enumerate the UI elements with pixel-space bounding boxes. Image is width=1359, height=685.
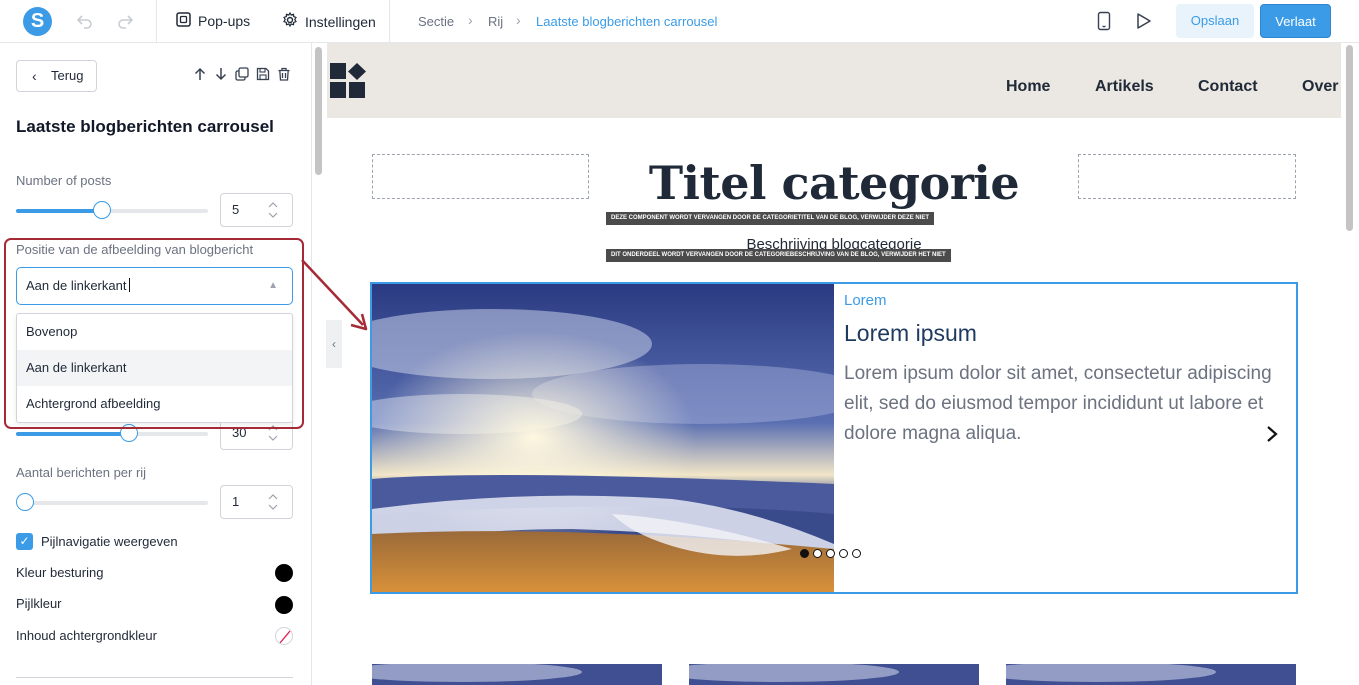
save-icon[interactable]	[256, 67, 270, 86]
popups-label: Pop-ups	[198, 13, 251, 29]
site-logo[interactable]	[330, 63, 368, 104]
arrow-color-swatch[interactable]	[275, 596, 293, 614]
breadcrumb-row[interactable]: Rij	[488, 14, 503, 29]
annotation-highlight	[4, 238, 304, 429]
slider-knob[interactable]	[16, 493, 34, 511]
panel-title: Laatste blogberichten carrousel	[16, 117, 274, 136]
back-label: Terug	[51, 68, 84, 83]
collapse-panel-button[interactable]: ‹	[326, 320, 342, 368]
settings-label: Instellingen	[305, 13, 376, 30]
title-replace-notice: DEZE COMPONENT WORDT VERVANGEN DOOR DE C…	[606, 212, 935, 225]
number-of-posts-label: Number of posts	[16, 173, 112, 188]
carousel-dot[interactable]	[852, 549, 861, 558]
chevron-right-icon: ›	[516, 12, 521, 28]
page-preview: Home Artikels Contact Over Titel categor…	[327, 43, 1341, 685]
toolbar-divider	[389, 0, 390, 43]
spacing-slider[interactable]	[16, 424, 208, 442]
site-header: Home Artikels Contact Over	[327, 43, 1341, 118]
chevron-left-icon: ‹	[32, 68, 37, 84]
play-preview-icon[interactable]	[1136, 11, 1152, 36]
trash-icon[interactable]	[277, 67, 291, 86]
number-of-posts-value: 5	[232, 202, 240, 217]
app-logo[interactable]: S	[23, 7, 52, 36]
chevron-right-icon: ›	[468, 12, 473, 28]
post-excerpt: Lorem ipsum dolor sit amet, consectetur …	[844, 363, 1272, 444]
slider-knob[interactable]	[93, 201, 111, 219]
save-button[interactable]: Opslaan	[1176, 4, 1254, 38]
toolbar-divider	[156, 0, 157, 43]
slider-fill	[16, 432, 129, 436]
element-toolbar	[193, 67, 291, 86]
gear-icon	[282, 11, 298, 31]
post-category[interactable]: Lorem	[844, 292, 887, 309]
post-title[interactable]: Lorem ipsum	[844, 320, 977, 347]
back-button[interactable]: ‹ Terug	[16, 60, 97, 92]
carousel-dot[interactable]	[813, 549, 822, 558]
control-color-swatch[interactable]	[275, 564, 293, 582]
breadcrumb-section[interactable]: Sectie	[418, 14, 454, 29]
arrow-color-label: Pijlkleur	[16, 596, 62, 611]
top-bar: S Pop-ups Instellingen Sectie › Rij › La…	[0, 0, 1359, 43]
nav-articles[interactable]: Artikels	[1095, 78, 1154, 96]
stepper-icon[interactable]	[268, 492, 278, 524]
posts-per-row-value: 1	[232, 494, 240, 509]
arrow-down-icon[interactable]	[214, 67, 228, 86]
description-replace-notice: DIT ONDERDEEL WORDT VERVANGEN DOOR DE CA…	[606, 249, 951, 262]
stepper-icon[interactable]	[268, 200, 278, 232]
redo-icon[interactable]	[116, 12, 134, 35]
arrow-up-icon[interactable]	[193, 67, 207, 86]
settings-button[interactable]: Instellingen	[282, 11, 376, 31]
mobile-preview-icon[interactable]	[1097, 11, 1111, 36]
arrow-nav-label: Pijlnavigatie weergeven	[41, 534, 178, 549]
content-bg-label: Inhoud achtergrondkleur	[16, 628, 157, 643]
category-title[interactable]: Titel categorie	[327, 156, 1341, 210]
number-of-posts-slider[interactable]	[16, 201, 208, 219]
post-thumbnail[interactable]	[689, 664, 979, 685]
popups-button[interactable]: Pop-ups	[176, 12, 250, 30]
control-color-label: Kleur besturing	[16, 565, 104, 580]
nav-home[interactable]: Home	[1006, 78, 1050, 96]
posts-per-row-label: Aantal berichten per rij	[16, 465, 147, 480]
post-image	[372, 284, 834, 592]
preview-scrollbar[interactable]	[1346, 45, 1353, 231]
posts-per-row-slider[interactable]	[16, 493, 208, 511]
undo-icon[interactable]	[76, 12, 94, 35]
copy-icon[interactable]	[235, 67, 249, 86]
arrow-nav-checkbox[interactable]: ✓	[16, 533, 33, 550]
carousel-dot[interactable]	[826, 549, 835, 558]
content-bg-swatch[interactable]	[275, 627, 293, 645]
number-of-posts-input[interactable]: 5	[220, 193, 293, 227]
carousel-dots	[800, 549, 861, 558]
slider-fill	[16, 209, 102, 213]
popup-icon	[176, 12, 191, 30]
carousel-dot[interactable]	[800, 549, 809, 558]
nav-about[interactable]: Over	[1302, 78, 1338, 96]
leave-button[interactable]: Verlaat	[1260, 4, 1331, 38]
nav-contact[interactable]: Contact	[1198, 78, 1258, 96]
panel-divider	[16, 677, 293, 678]
panel-scrollbar[interactable]	[315, 47, 322, 175]
post-thumbnail[interactable]	[372, 664, 662, 685]
chevron-right-icon[interactable]	[1265, 424, 1279, 450]
carousel-dot[interactable]	[839, 549, 848, 558]
posts-per-row-input[interactable]: 1	[220, 485, 293, 519]
settings-panel: ‹ Terug Laatste blogberichten carrousel …	[0, 43, 312, 685]
post-thumbnail[interactable]	[1006, 664, 1296, 685]
breadcrumb-current: Laatste blogberichten carrousel	[536, 14, 718, 29]
blog-carousel[interactable]: Lorem Lorem ipsum Lorem ipsum dolor sit …	[370, 282, 1298, 594]
